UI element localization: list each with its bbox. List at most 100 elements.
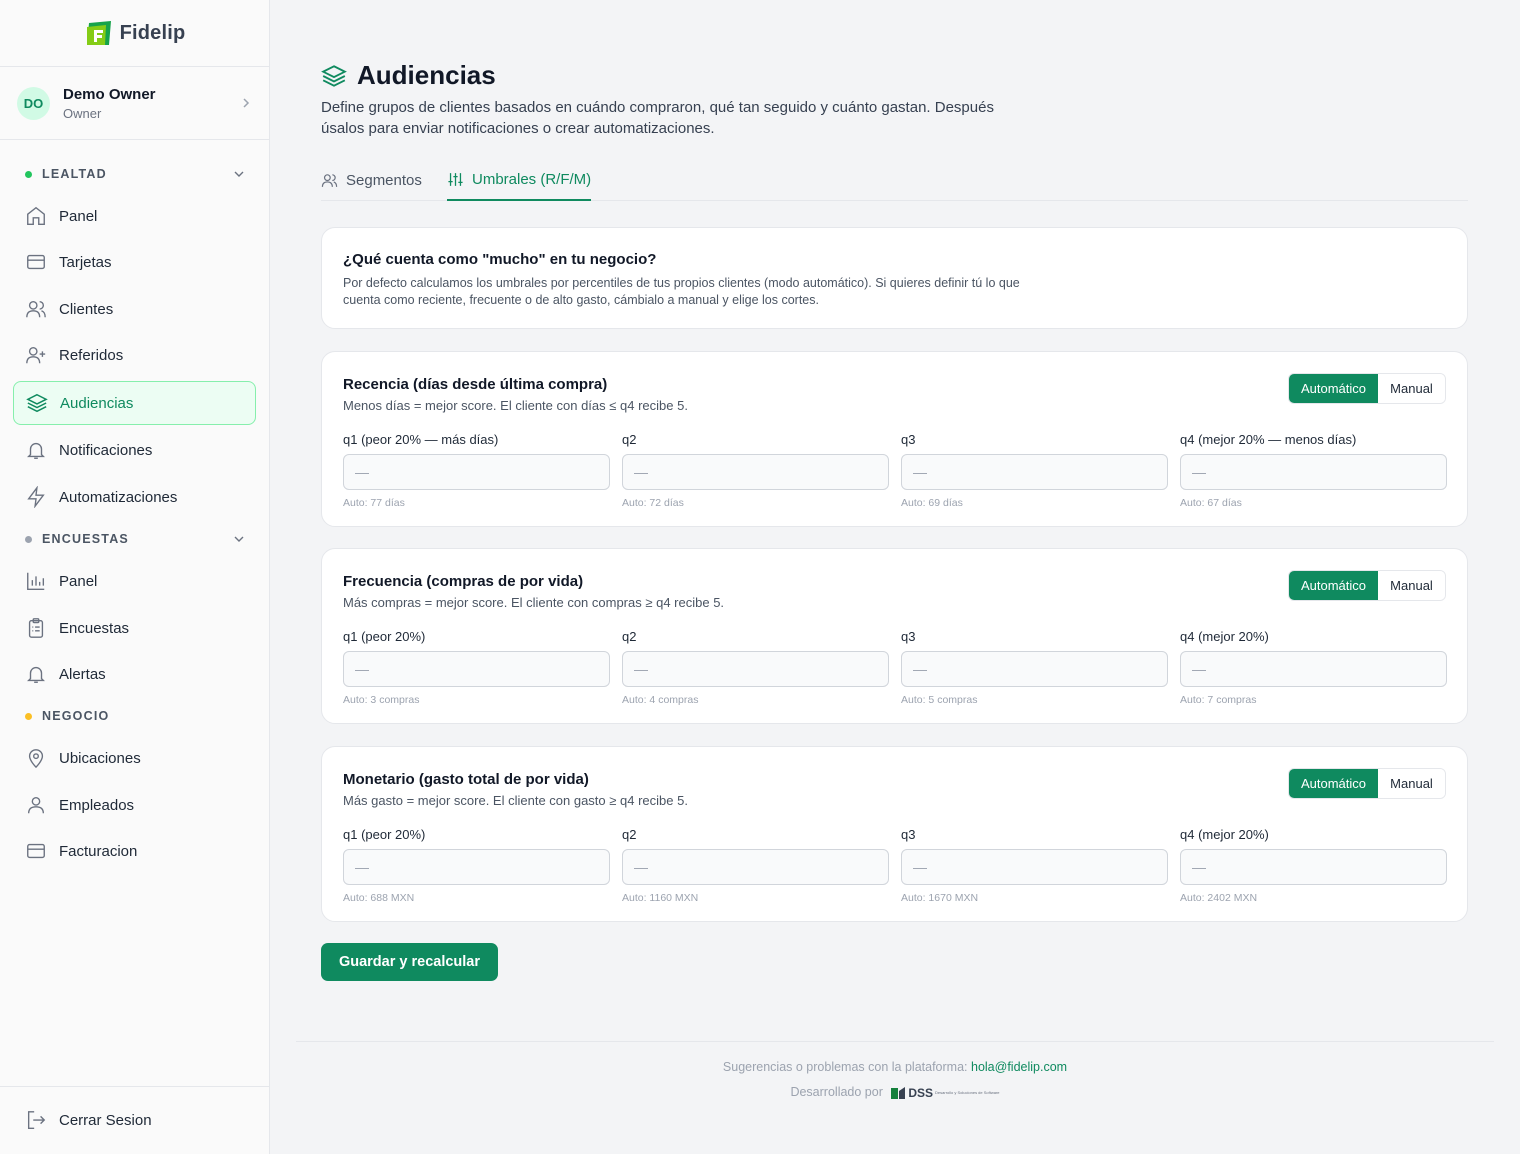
field-hint: Auto: 5 compras	[901, 694, 978, 706]
auto-mode-button[interactable]: Automático	[1289, 374, 1378, 403]
manual-mode-button[interactable]: Manual	[1378, 571, 1445, 600]
footer-support-text: Sugerencias o problemas con la plataform…	[722, 1060, 968, 1074]
layers-icon	[26, 393, 48, 413]
manual-mode-button[interactable]: Manual	[1378, 769, 1445, 798]
users-icon	[26, 300, 46, 318]
threshold-input[interactable]	[622, 849, 889, 885]
user-menu[interactable]: DO Demo Owner Owner	[0, 67, 269, 140]
metric-title: Frecuencia (compras de por vida)	[343, 573, 584, 590]
dss-logo-icon	[891, 1086, 906, 1099]
bell-icon	[27, 442, 45, 459]
field-hint: Auto: 7 compras	[1180, 694, 1257, 706]
sidebar-item-notificaciones[interactable]: Notificaciones	[13, 428, 256, 472]
threshold-input[interactable]	[1180, 651, 1447, 687]
dss-tagline: Desarrollo y Soluciones de Software	[935, 1090, 1000, 1096]
field-label: q2	[622, 629, 637, 644]
threshold-field-q2: q2 Auto: 1160 MXN	[622, 827, 889, 904]
developed-by-text: Desarrollado por	[790, 1085, 883, 1099]
tab-label: Segmentos	[346, 172, 422, 189]
section-negocio: NEGOCIO	[25, 709, 245, 723]
page-title: Audiencias	[357, 60, 496, 90]
field-label: q1 (peor 20%)	[343, 827, 426, 842]
threshold-field-q4: q4 (mejor 20%) Auto: 7 compras	[1180, 629, 1447, 706]
sidebar: Fidelip DO Demo Owner Owner LEALTAD Pane…	[0, 0, 270, 1154]
save-recalculate-button[interactable]: Guardar y recalcular	[321, 943, 498, 981]
threshold-input[interactable]	[343, 651, 610, 687]
sidebar-item-panel[interactable]: Panel	[13, 194, 256, 238]
sidebar-item-tarjetas[interactable]: Tarjetas	[13, 240, 256, 284]
metric-card-monetario: Monetario (gasto total de por vida) Más …	[321, 746, 1468, 922]
sidebar-item-label: Panel	[59, 572, 98, 590]
info-card: ¿Qué cuenta como "mucho" en tu negocio? …	[321, 227, 1468, 329]
field-label: q1 (peor 20%)	[343, 629, 426, 644]
threshold-input[interactable]	[901, 454, 1168, 490]
threshold-field-q4: q4 (mejor 20% — menos días) Auto: 67 día…	[1180, 432, 1447, 509]
threshold-field-q1: q1 (peor 20%) Auto: 688 MXN	[343, 827, 610, 904]
chevron-down-icon	[234, 171, 244, 177]
sidebar-item-alertas[interactable]: Alertas	[13, 652, 256, 696]
threshold-input[interactable]	[343, 454, 610, 490]
sliders-icon	[448, 173, 463, 186]
threshold-input[interactable]	[343, 849, 610, 885]
threshold-input[interactable]	[901, 651, 1168, 687]
sidebar-item-referidos[interactable]: Referidos	[13, 333, 256, 377]
sidebar-item-encuestas-panel[interactable]: Panel	[13, 559, 256, 603]
fidelip-logo-icon	[86, 21, 111, 45]
mode-toggle: Automático Manual	[1288, 570, 1446, 601]
sidebar-item-ubicaciones[interactable]: Ubicaciones	[13, 736, 256, 780]
threshold-input[interactable]	[901, 849, 1168, 885]
section-encuestas[interactable]: ENCUESTAS	[25, 532, 245, 546]
sidebar-item-label: Empleados	[59, 796, 135, 814]
sidebar-item-label: Notificaciones	[59, 441, 153, 459]
field-hint: Auto: 72 días	[622, 497, 684, 509]
card-icon	[27, 843, 45, 859]
metric-subtitle: Más gasto = mejor score. El cliente con …	[343, 793, 688, 808]
section-label: ENCUESTAS	[42, 532, 129, 546]
sidebar-item-audiencias[interactable]: Audiencias	[13, 381, 256, 425]
section-dot	[25, 712, 32, 720]
section-label: LEALTAD	[42, 167, 107, 181]
sidebar-item-encuestas[interactable]: Encuestas	[13, 606, 256, 650]
dss-logo[interactable]: DSS Desarrollo y Soluciones de Software	[890, 1085, 1000, 1100]
field-label: q4 (mejor 20%)	[1180, 629, 1269, 644]
sidebar-item-empleados[interactable]: Empleados	[13, 783, 256, 827]
section-label: NEGOCIO	[42, 709, 110, 723]
tab-segmentos[interactable]: Segmentos	[321, 160, 422, 201]
tab-label: Umbrales (R/F/M)	[472, 171, 592, 188]
section-dot	[25, 535, 32, 543]
metric-title: Monetario (gasto total de por vida)	[343, 771, 589, 788]
logout-button[interactable]: Cerrar Sesion	[13, 1098, 256, 1142]
manual-mode-button[interactable]: Manual	[1378, 374, 1445, 403]
dss-brand: DSS	[908, 1085, 934, 1100]
auto-mode-button[interactable]: Automático	[1289, 571, 1378, 600]
support-email-link[interactable]: hola@fidelip.com	[971, 1060, 1067, 1074]
map-pin-icon	[28, 749, 44, 769]
threshold-input[interactable]	[622, 651, 889, 687]
threshold-field-q3: q3 Auto: 5 compras	[901, 629, 1168, 706]
brand-logo[interactable]: Fidelip	[0, 0, 269, 67]
home-icon	[27, 206, 45, 225]
field-hint: Auto: 3 compras	[343, 694, 420, 706]
threshold-input[interactable]	[1180, 849, 1447, 885]
threshold-field-q3: q3 Auto: 1670 MXN	[901, 827, 1168, 904]
sidebar-item-label: Clientes	[59, 300, 114, 318]
metric-subtitle: Más compras = mejor score. El cliente co…	[343, 595, 725, 610]
threshold-field-q3: q3 Auto: 69 días	[901, 432, 1168, 509]
sidebar-item-clientes[interactable]: Clientes	[13, 287, 256, 331]
sidebar-item-automatizaciones[interactable]: Automatizaciones	[13, 475, 256, 519]
metric-card-frecuencia: Frecuencia (compras de por vida) Más com…	[321, 548, 1468, 724]
field-label: q2	[622, 432, 637, 447]
clipboard-icon	[28, 618, 44, 638]
metric-title: Recencia (días desde última compra)	[343, 376, 608, 393]
sidebar-item-label: Ubicaciones	[59, 749, 141, 767]
tab-umbrales[interactable]: Umbrales (R/F/M)	[447, 160, 592, 201]
field-hint: Auto: 1160 MXN	[622, 892, 699, 904]
threshold-input[interactable]	[1180, 454, 1447, 490]
auto-mode-button[interactable]: Automático	[1289, 769, 1378, 798]
section-lealtad[interactable]: LEALTAD	[25, 167, 245, 181]
threshold-input[interactable]	[622, 454, 889, 490]
info-card-text: Por defecto calculamos los umbrales por …	[343, 276, 1020, 307]
sidebar-item-facturacion[interactable]: Facturacion	[13, 829, 256, 873]
user-role: Owner	[63, 105, 102, 121]
sidebar-item-label: Audiencias	[60, 394, 134, 412]
